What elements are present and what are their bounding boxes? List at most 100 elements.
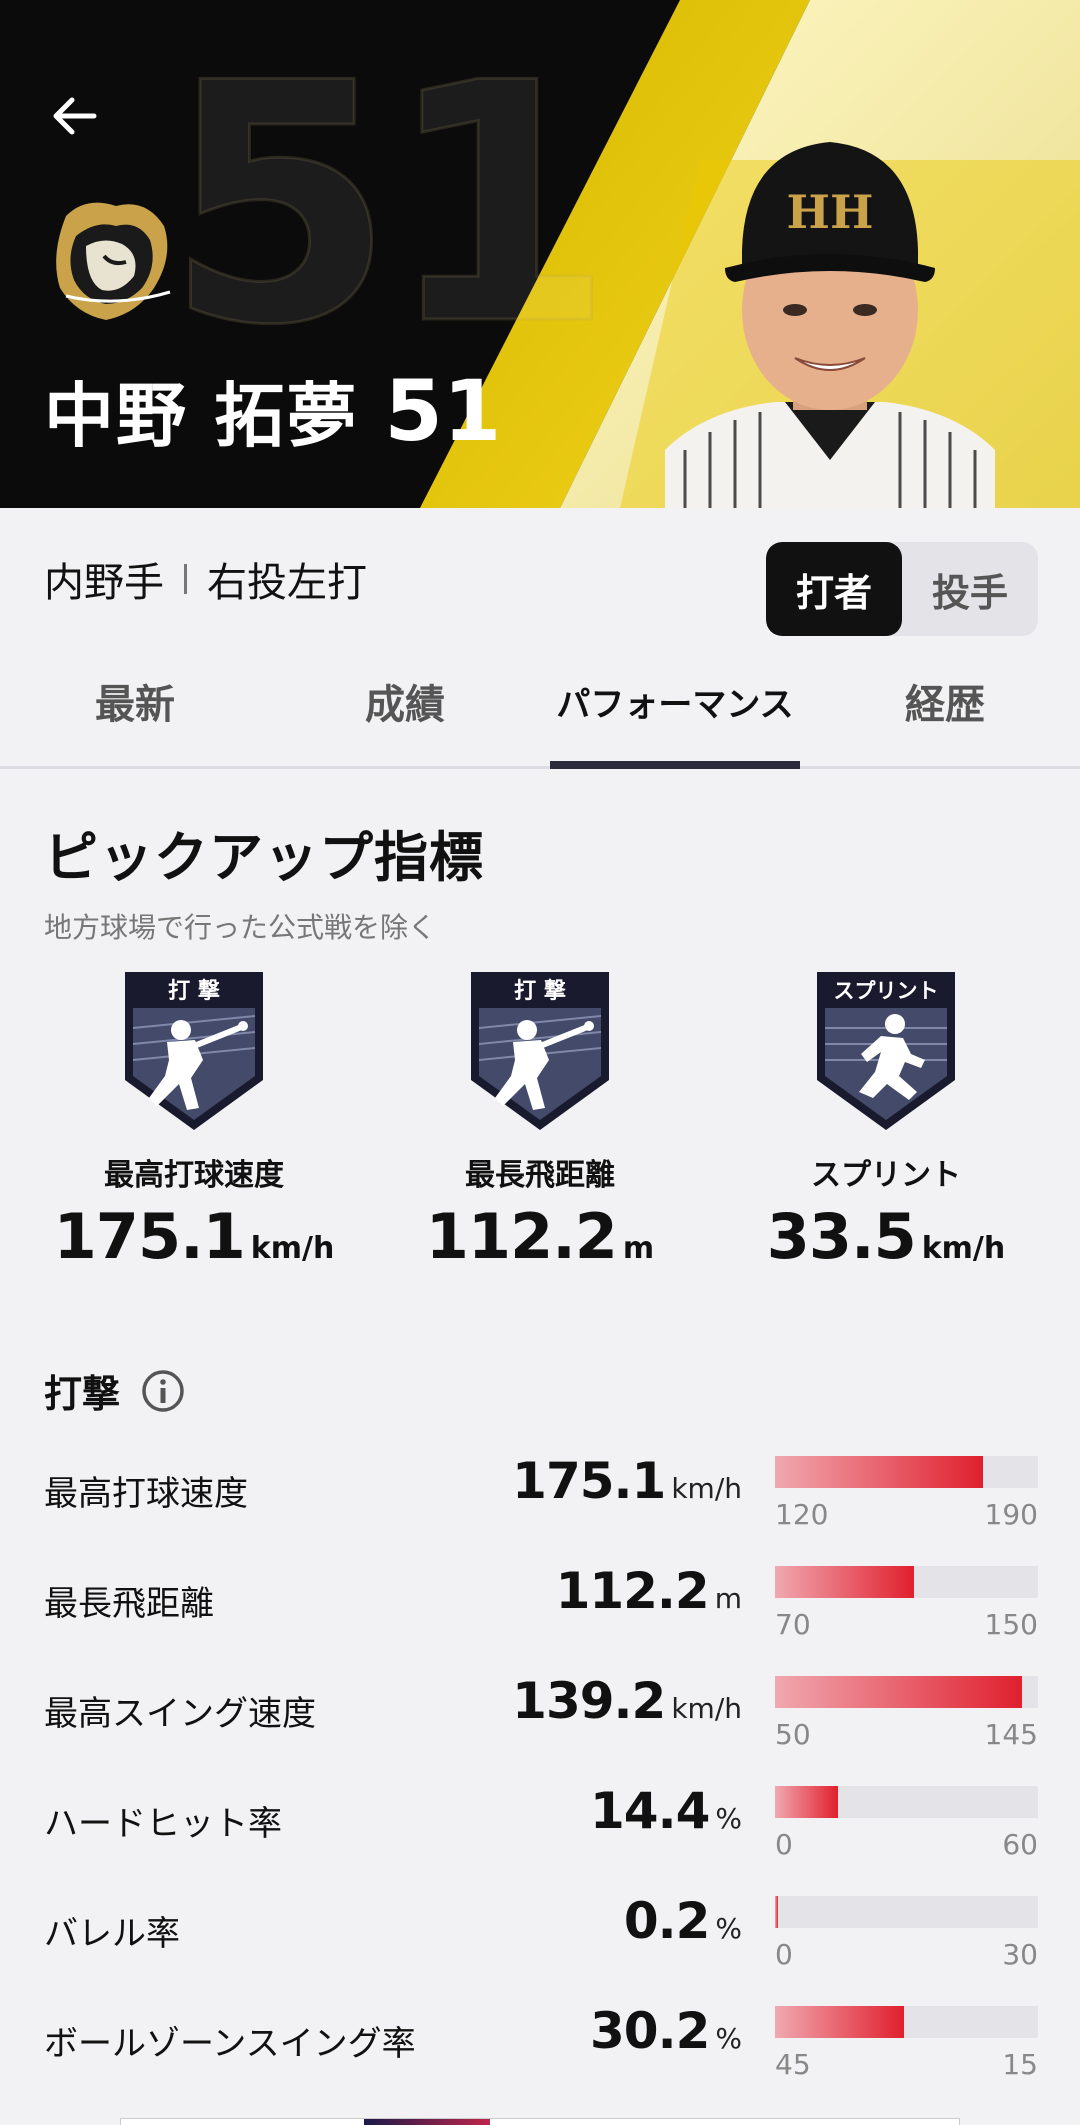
metric-bar	[775, 1896, 1038, 1928]
pickup-label: 最高打球速度	[104, 1158, 284, 1193]
metric-label: ハードヒット率	[44, 1804, 282, 1844]
metric-value: 14.4%	[590, 1782, 742, 1840]
runner-icon: スプリント	[817, 972, 955, 1130]
value-number: 175.1	[53, 1200, 246, 1273]
metric-label: 最高スイング速度	[44, 1694, 316, 1734]
pickup-subtitle: 地方球場で行った公式戦を除く	[44, 911, 437, 944]
range-min: 45	[775, 2048, 811, 2081]
back-button[interactable]	[44, 86, 104, 146]
range-min: 120	[775, 1498, 829, 1531]
player-number: 51	[384, 362, 502, 460]
value-number: 175.1	[512, 1452, 666, 1510]
metric-label: ボールゾーンスイング率	[44, 2024, 416, 2064]
metric-bar-fill	[775, 1566, 915, 1598]
pickup-label: 最長飛距離	[465, 1158, 615, 1193]
pickup-title: ピックアップ指標	[44, 826, 484, 889]
metric-row: ハードヒット率 14.4% 0 60	[0, 1772, 1080, 1882]
value-number: 30.2	[590, 2002, 710, 2060]
tab-career[interactable]: 経歴	[810, 636, 1080, 766]
value-number: 14.4	[590, 1782, 710, 1840]
metric-value: 175.1 km/h	[512, 1452, 742, 1510]
pickup-value: 175.1 km/h	[54, 1200, 335, 1273]
role-toggle: 打者 投手	[766, 542, 1038, 636]
pickup-card-sprint[interactable]: スプリント スプリント 33.5 km/h	[736, 968, 1036, 1273]
player-photo: HH	[665, 142, 995, 508]
range-max: 190	[984, 1498, 1038, 1531]
range-min: 70	[775, 1608, 811, 1641]
range-max: 60	[1002, 1828, 1038, 1861]
pickup-cards: 打 撃 最高打球速度 175.1km/h 打 撃 最長飛距離 112.2m	[44, 968, 1036, 1273]
value-number: 139.2	[512, 1672, 666, 1730]
range-max: 145	[984, 1718, 1038, 1751]
bottom-banner	[120, 2118, 960, 2125]
metric-label: 最高打球速度	[44, 1474, 248, 1514]
batting-section-header: 打撃	[0, 1273, 1080, 1418]
tab-stats[interactable]: 成績	[270, 636, 540, 766]
value-unit: km/h	[671, 1692, 742, 1725]
tab-bar: 最新 成績 パフォーマンス 経歴	[0, 636, 1080, 769]
svg-text:HH: HH	[787, 185, 874, 239]
tab-performance[interactable]: パフォーマンス	[540, 636, 810, 769]
metric-value: 139.2 km/h	[512, 1672, 742, 1730]
player-info-row: 内野手 右投左打 打者 投手	[0, 508, 1080, 636]
value-number: 112.2	[425, 1200, 618, 1273]
value-number: 0.2	[623, 1892, 711, 1950]
value-unit: m	[714, 1582, 742, 1615]
toggle-pitcher[interactable]: 投手	[902, 542, 1038, 636]
player-name: 中野 拓夢	[44, 375, 359, 457]
value-unit: km/h	[671, 1472, 742, 1505]
metric-bar	[775, 2006, 1038, 2038]
batter-icon: 打 撃	[125, 972, 263, 1130]
value-unit: km/h	[921, 1231, 1006, 1266]
metric-row: 最高スイング速度 139.2 km/h 50 145	[0, 1662, 1080, 1772]
pickup-label: スプリント	[811, 1158, 961, 1193]
metric-bar-fill	[775, 2006, 904, 2038]
value-number: 112.2	[555, 1562, 710, 1620]
arrow-left-icon	[53, 97, 97, 135]
pickup-value: 112.2 m	[426, 1200, 654, 1273]
metric-bar	[775, 1676, 1038, 1708]
divider	[184, 564, 187, 594]
metric-bar	[775, 1456, 1038, 1488]
range-max: 30	[1002, 1938, 1038, 1971]
pickup-card-exit-velocity[interactable]: 打 撃 最高打球速度 175.1 km/h	[44, 968, 344, 1273]
range-min: 50	[775, 1718, 811, 1751]
metric-label: 最長飛距離	[44, 1584, 214, 1624]
range-max: 150	[984, 1608, 1038, 1641]
metric-row: 最高打球速度 175.1 km/h 120 190	[0, 1442, 1080, 1552]
metric-value: 30.2%	[590, 2002, 742, 2060]
metric-bar-fill	[775, 1786, 839, 1818]
range-min: 0	[775, 1938, 793, 1971]
throws-bats-label: 右投左打	[207, 560, 367, 606]
metric-value: 112.2 m	[556, 1562, 742, 1620]
metric-bar-fill	[775, 1896, 778, 1928]
tab-latest[interactable]: 最新	[0, 636, 270, 766]
position-label: 内野手	[44, 560, 164, 606]
badge-label: 打 撃	[168, 979, 220, 1004]
metric-value: 0.2%	[624, 1892, 742, 1950]
toggle-batter[interactable]: 打者	[766, 542, 902, 636]
banner-accent	[364, 2119, 490, 2125]
value-unit: %	[715, 1802, 742, 1835]
metric-row: 最長飛距離 112.2 m 70 150	[0, 1552, 1080, 1662]
info-icon[interactable]	[140, 1368, 186, 1414]
metric-bar-fill	[775, 1676, 1023, 1708]
range-min: 0	[775, 1828, 793, 1861]
background-number: 51	[163, 13, 615, 397]
range-max: 15	[1002, 2048, 1038, 2081]
metric-bar	[775, 1566, 1038, 1598]
pickup-value: 33.5 km/h	[767, 1200, 1006, 1273]
team-logo	[56, 202, 171, 320]
batter-icon: 打 撃	[471, 972, 609, 1130]
badge-label: 打 撃	[514, 979, 566, 1004]
value-unit: %	[715, 1912, 742, 1945]
metric-label: バレル率	[44, 1914, 180, 1954]
position-info: 内野手 右投左打	[44, 550, 367, 608]
batting-title: 打撃	[44, 1372, 121, 1416]
value-unit: %	[715, 2022, 742, 2055]
metric-bar-fill	[775, 1456, 983, 1488]
pickup-card-distance[interactable]: 打 撃 最長飛距離 112.2 m	[390, 968, 690, 1273]
badge-label: スプリント	[834, 979, 939, 1003]
player-header: 51 中野 拓夢 51 HH	[0, 0, 1080, 508]
metric-row: バレル率 0.2% 0 30	[0, 1882, 1080, 1992]
